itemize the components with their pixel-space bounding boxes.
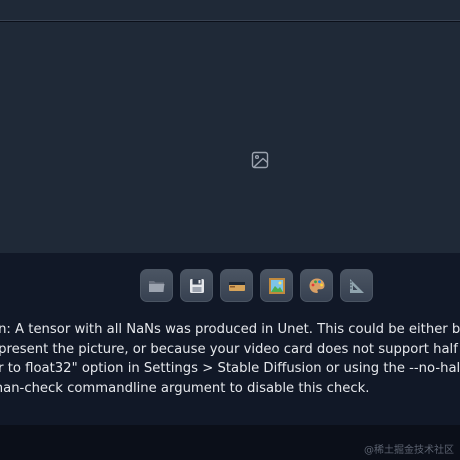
output-toolbar xyxy=(140,269,373,303)
error-line: on: A tensor with all NaNs was produced … xyxy=(0,322,460,337)
top-bar xyxy=(0,0,460,21)
error-line: -nan-check commandline argument to disab… xyxy=(0,380,370,396)
error-line: epresent the picture, or because your vi… xyxy=(0,341,460,357)
send-to-img2img-button[interactable] xyxy=(260,269,293,302)
image-placeholder-icon xyxy=(251,151,269,169)
output-image-panel[interactable] xyxy=(0,22,460,253)
top-bar-divider xyxy=(0,20,460,21)
save-button[interactable] xyxy=(180,269,213,302)
error-line: er to float32" option in Settings > Stab… xyxy=(0,361,460,376)
zip-icon xyxy=(228,278,246,294)
folder-icon xyxy=(148,278,166,294)
app-root: on: A tensor with all NaNs was produced … xyxy=(0,0,460,460)
zip-button[interactable] xyxy=(220,269,253,302)
watermark-text: @稀土掘金技术社区 xyxy=(364,445,454,456)
save-icon xyxy=(189,278,205,294)
palette-icon xyxy=(308,277,326,295)
send-to-extras-button[interactable] xyxy=(340,269,373,302)
triangle-ruler-icon xyxy=(348,277,366,295)
picture-icon xyxy=(268,277,286,295)
error-message: on: A tensor with all NaNs was produced … xyxy=(0,320,460,398)
send-to-inpaint-button[interactable] xyxy=(300,269,333,302)
open-folder-button[interactable] xyxy=(140,269,173,302)
